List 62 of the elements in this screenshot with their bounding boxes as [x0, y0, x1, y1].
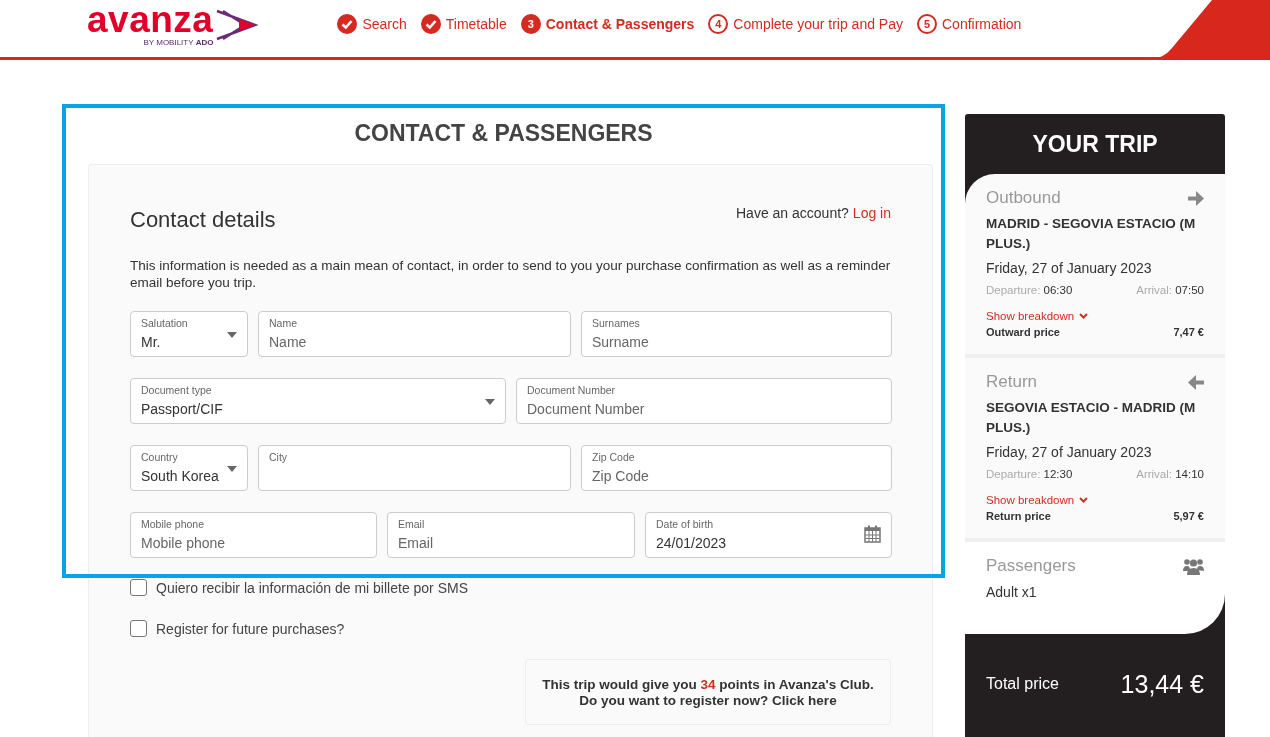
- departure-time: Departure: 06:30: [986, 284, 1073, 296]
- show-breakdown-link[interactable]: Show breakdown: [986, 310, 1204, 322]
- progress-step: Search: [337, 14, 407, 34]
- caret-icon: [485, 399, 495, 405]
- price-value: 5,97 €: [1173, 510, 1204, 522]
- caret-icon: [227, 466, 237, 472]
- left-arrow-icon: [1188, 374, 1204, 390]
- select-field[interactable]: Document type Passport/CIF: [130, 378, 506, 424]
- passengers-heading: Passengers: [986, 556, 1076, 576]
- date-field[interactable]: Date of birth 24/01/2023: [645, 512, 892, 558]
- arrival-time: Arrival: 14:10: [1136, 468, 1204, 480]
- checkbox[interactable]: [130, 620, 147, 637]
- leg-heading: Outbound: [986, 188, 1061, 208]
- input-field[interactable]: Surnames Surname: [581, 311, 892, 357]
- calendar-icon: [864, 525, 881, 543]
- price-label: Outward price: [986, 326, 1060, 338]
- right-arrow-icon: [1188, 190, 1204, 206]
- checkbox-label: Register for future purchases?: [156, 620, 345, 637]
- login-link[interactable]: Log in: [852, 205, 891, 221]
- select-field[interactable]: Country South Korea: [130, 445, 248, 491]
- checkbox-label: Quiero recibir la información de mi billete por SMS: [156, 579, 468, 596]
- total-label: Total price: [986, 675, 1059, 693]
- page-title: CONTACT & PASSENGERS: [353, 119, 654, 148]
- leg-heading: Return: [986, 372, 1038, 392]
- section-title: Contact details: [130, 207, 276, 233]
- logo-chevron-icon: [215, 8, 260, 42]
- check-circle-icon: [337, 14, 358, 34]
- info-text: This information is needed as a main mean of contact, in order to send to you your purchase confirmation as well as a reminder email before you trip.: [130, 257, 891, 291]
- register-link[interactable]: Do you want to register now? Click here: [579, 692, 837, 708]
- route-name: SEGOVIA ESTACIO - MADRID (M PLUS.): [986, 399, 1197, 437]
- price-label: Return price: [986, 510, 1051, 522]
- input-field[interactable]: Name Name: [258, 311, 571, 357]
- input-field[interactable]: City: [258, 445, 571, 491]
- trip-date: Friday, 27 of January 2023: [986, 444, 1153, 460]
- trip-date: Friday, 27 of January 2023: [986, 260, 1153, 276]
- progress-step: 4 Complete your trip and Pay: [708, 14, 903, 34]
- input-field[interactable]: Email Email: [387, 512, 635, 558]
- select-field[interactable]: Salutation Mr.: [130, 311, 248, 357]
- users-icon: [1183, 557, 1204, 575]
- check-circle-icon: [420, 14, 441, 34]
- total-price: 13,44 €: [1120, 669, 1204, 699]
- arrival-time: Arrival: 07:50: [1136, 284, 1204, 296]
- progress-step: 3 Contact & Passengers: [520, 14, 695, 34]
- account-prompt: Have an account?: [736, 205, 849, 221]
- passenger-count: Adult x1: [986, 584, 1038, 600]
- chevron-down-icon: [1079, 313, 1089, 319]
- price-value: 7,47 €: [1173, 326, 1204, 338]
- input-field[interactable]: Document Number Document Number: [516, 378, 892, 424]
- logo-byline: BY MOBILITY ADO: [143, 38, 214, 47]
- departure-time: Departure: 12:30: [986, 468, 1073, 480]
- input-field[interactable]: Mobile phone Mobile phone: [130, 512, 377, 558]
- logo-wordmark: avanza: [87, 5, 214, 35]
- caret-icon: [227, 332, 237, 338]
- trip-title: YOUR TRIP: [1032, 130, 1158, 158]
- progress-step: 5 Confirmation: [917, 14, 1022, 34]
- input-field[interactable]: Zip Code Zip Code: [581, 445, 892, 491]
- chevron-down-icon: [1079, 497, 1089, 503]
- progress-step: Timetable: [420, 14, 507, 34]
- show-breakdown-link[interactable]: Show breakdown: [986, 494, 1204, 506]
- route-name: MADRID - SEGOVIA ESTACIO (M PLUS.): [986, 215, 1197, 253]
- checkbox[interactable]: [130, 579, 147, 596]
- club-points-text: This trip would give you 34 points in Avanza's Club.: [542, 676, 874, 692]
